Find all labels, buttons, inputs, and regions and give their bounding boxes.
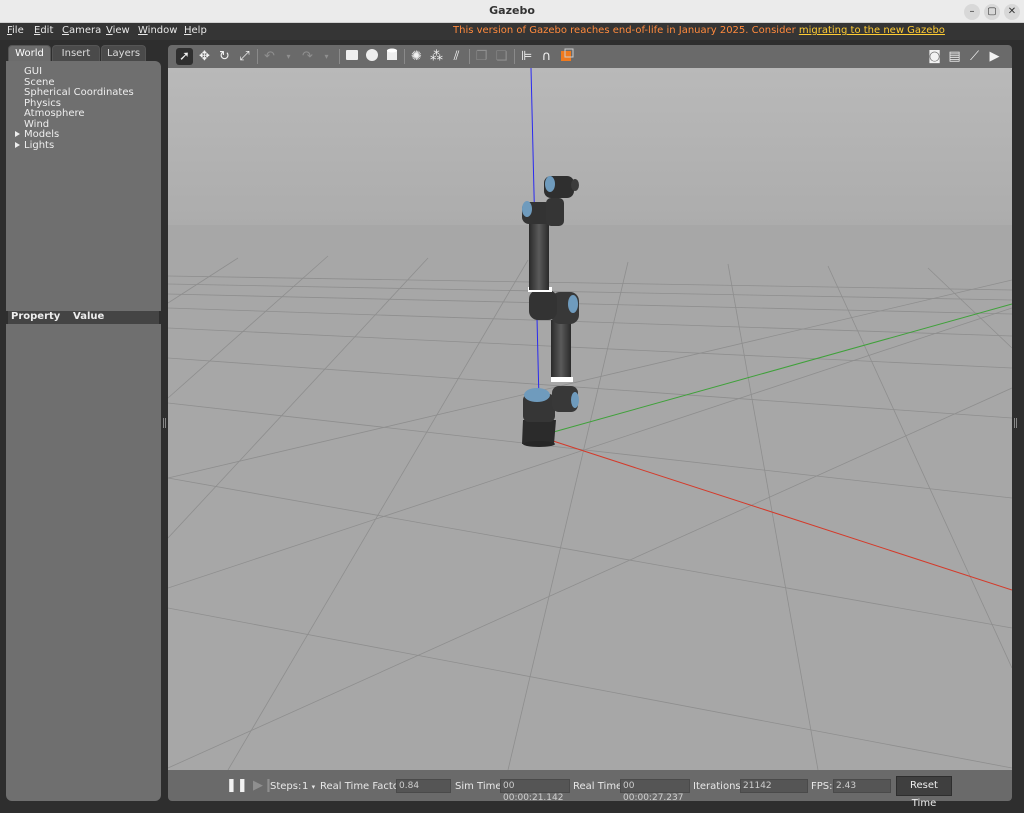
window-title: Gazebo <box>489 4 535 17</box>
translate-icon[interactable]: ✥ <box>196 48 213 65</box>
simulation-status-bar: ❚❚ ▶❙ Steps: 1 ▾ Real Time Factor: 0.84 … <box>168 770 1012 809</box>
menu-window[interactable]: Window <box>138 25 177 36</box>
directional-light-icon[interactable]: ⫽ <box>448 48 465 65</box>
world-tree: GUI Scene Spherical Coordinates Physics … <box>6 61 161 311</box>
real-time-value: 00 00:00:27.237 <box>620 779 690 803</box>
menu-view[interactable]: View <box>106 25 130 36</box>
maximize-icon[interactable]: ▢ <box>984 4 1000 20</box>
close-icon[interactable]: ✕ <box>1004 4 1020 20</box>
tree-item-gui[interactable]: GUI <box>24 66 42 77</box>
menu-camera[interactable]: Camera <box>62 25 101 36</box>
tree-item-lights[interactable]: Lights <box>15 140 55 151</box>
eol-notice: This version of Gazebo reaches end-of-li… <box>453 25 945 36</box>
main-toolbar: ➚ ✥ ↻ ⤢ ↶ ▾ ↷ ▾ ✺ ⁂ ⫽ ❐ ❏ ⊫ ∩ ◙ ▤ ⟋ ▶ <box>168 45 1012 68</box>
tab-layers[interactable]: Layers <box>101 45 146 61</box>
rotate-icon[interactable]: ↻ <box>216 48 233 65</box>
undo-icon[interactable]: ↶ <box>261 48 278 65</box>
scene-render <box>168 68 1012 770</box>
screenshot-icon[interactable]: ◙ <box>926 48 943 65</box>
property-table-header: Property Value <box>8 311 159 324</box>
redo-icon[interactable]: ↷ <box>299 48 316 65</box>
toolbar-separator <box>469 49 470 64</box>
expand-arrow-icon[interactable] <box>15 142 20 148</box>
panel-tabs: World Insert Layers <box>6 44 161 61</box>
log-icon[interactable]: ▤ <box>946 48 963 65</box>
migration-link[interactable]: migrating to the new Gazebo <box>799 25 945 36</box>
real-time-label: Real Time: <box>573 781 626 792</box>
toolbar-separator <box>339 49 340 64</box>
tree-item-models[interactable]: Models <box>15 129 60 140</box>
copy-icon[interactable]: ❐ <box>473 48 490 65</box>
iterations-value: 21142 <box>740 779 808 793</box>
property-panel <box>6 324 161 801</box>
undo-dropdown-icon[interactable]: ▾ <box>280 48 297 65</box>
sky-background <box>168 68 1012 228</box>
window-titlebar: Gazebo – ▢ ✕ <box>0 0 1024 23</box>
cylinder-shape-icon[interactable] <box>383 48 400 65</box>
steps-label: Steps: <box>270 781 302 792</box>
tree-item-lights-label: Lights <box>24 140 55 151</box>
toolbar-separator <box>514 49 515 64</box>
video-record-icon[interactable]: ▶ <box>986 48 1003 65</box>
view-angle-icon[interactable] <box>558 48 575 65</box>
eol-notice-text: This version of Gazebo reaches end-of-li… <box>453 25 799 36</box>
menu-edit[interactable]: Edit <box>34 25 53 36</box>
fps-label: FPS: <box>811 781 833 792</box>
step-forward-icon[interactable]: ▶❙ <box>253 777 274 794</box>
steps-value: 1 <box>302 781 309 792</box>
menu-help[interactable]: Help <box>184 25 207 36</box>
plot-icon[interactable]: ⟋ <box>966 48 983 65</box>
box-shape-icon[interactable] <box>343 48 360 65</box>
toolbar-separator <box>257 49 258 64</box>
property-column-header: Property <box>11 311 61 322</box>
select-arrow-icon[interactable]: ➚ <box>176 48 193 65</box>
menu-file[interactable]: File <box>7 25 24 36</box>
tab-world[interactable]: World <box>8 45 51 61</box>
point-light-icon[interactable]: ✺ <box>408 48 425 65</box>
toolbar-separator <box>404 49 405 64</box>
redo-dropdown-icon[interactable]: ▾ <box>318 48 335 65</box>
pause-icon[interactable]: ❚❚ <box>226 777 248 794</box>
minimize-icon[interactable]: – <box>964 4 980 20</box>
left-panel: World Insert Layers GUI Scene Spherical … <box>6 44 161 801</box>
tree-item-atmosphere[interactable]: Atmosphere <box>24 108 85 119</box>
fps-value: 2.43 <box>833 779 891 793</box>
spot-light-icon[interactable]: ⁂ <box>428 48 445 65</box>
sphere-shape-icon[interactable] <box>363 48 380 65</box>
real-time-factor-value: 0.84 <box>396 779 451 793</box>
steps-spinbox[interactable]: 1 ▾ <box>302 781 315 792</box>
align-icon[interactable]: ⊫ <box>518 48 535 65</box>
value-column-header: Value <box>73 311 105 322</box>
menu-bar: File Edit Camera View Window Help This v… <box>0 23 1024 40</box>
reset-time-button[interactable]: Reset Time <box>896 776 952 809</box>
sim-time-value: 00 00:00:21.142 <box>500 779 570 803</box>
expand-arrow-icon[interactable] <box>15 131 20 137</box>
left-splitter-handle[interactable] <box>163 418 166 428</box>
tab-insert[interactable]: Insert <box>52 45 100 61</box>
right-splitter-handle[interactable] <box>1014 418 1017 428</box>
tree-item-spherical-coordinates[interactable]: Spherical Coordinates <box>24 87 134 98</box>
scale-icon[interactable]: ⤢ <box>236 48 253 65</box>
iterations-label: Iterations: <box>693 781 744 792</box>
tree-item-models-label: Models <box>24 129 60 140</box>
sim-time-label: Sim Time: <box>455 781 505 792</box>
scene-viewport[interactable] <box>168 68 1012 770</box>
steps-dropdown-icon[interactable]: ▾ <box>312 783 316 791</box>
snap-icon[interactable]: ∩ <box>538 48 555 65</box>
real-time-factor-label: Real Time Factor: <box>320 781 407 792</box>
paste-icon[interactable]: ❏ <box>493 48 510 65</box>
